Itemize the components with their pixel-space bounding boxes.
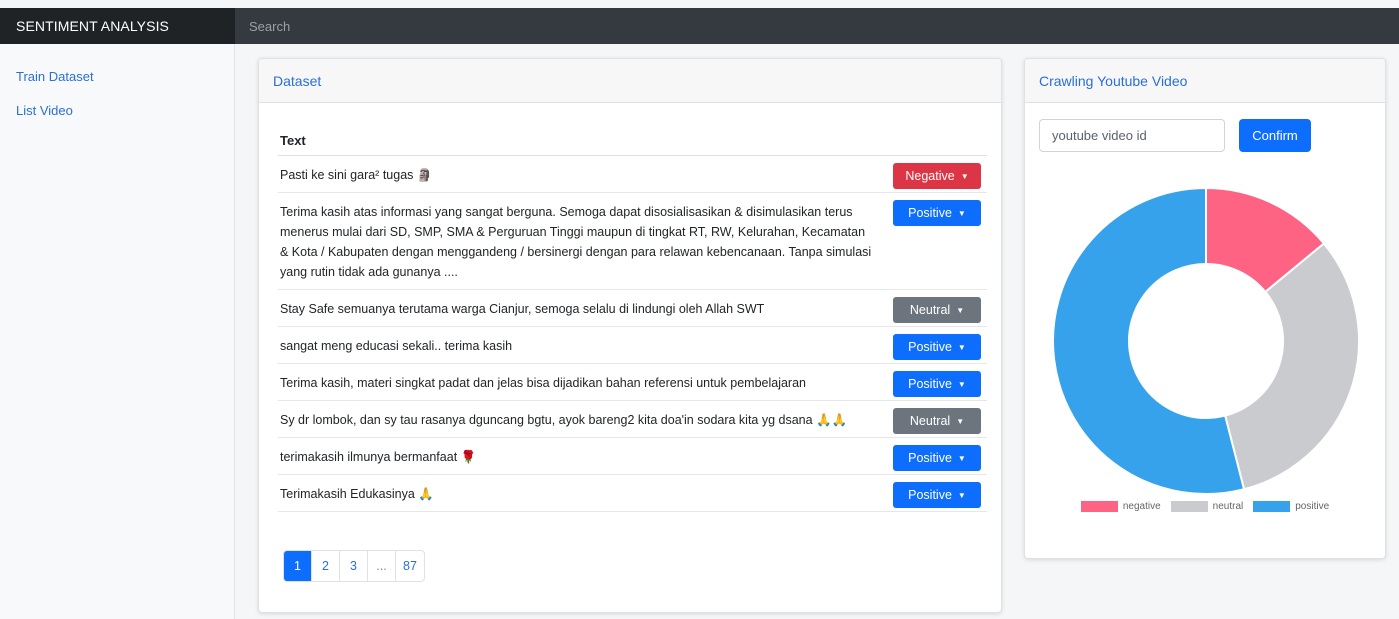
caret-down-icon: ▼ bbox=[957, 342, 966, 352]
caret-down-icon: ▼ bbox=[957, 490, 966, 500]
sentiment-donut-chart bbox=[1052, 186, 1360, 495]
page-button[interactable]: 3 bbox=[340, 551, 368, 581]
crawl-form: Confirm bbox=[1025, 103, 1385, 152]
chart-legend: negative neutral positive bbox=[1025, 501, 1385, 512]
sentiment-label: Positive bbox=[908, 451, 952, 465]
sentiment-cell: Negative ▼ bbox=[887, 155, 987, 193]
sentiment-cell: Neutral ▼ bbox=[887, 400, 987, 438]
page-button[interactable]: 87 bbox=[396, 551, 424, 581]
comment-text: terimakasih ilmunya bermanfaat 🌹 bbox=[278, 437, 887, 475]
table-header-row: Text bbox=[278, 125, 987, 156]
dataset-table: Text Pasti ke sini gara² tugas 🗿 Negative… bbox=[278, 125, 987, 512]
crawl-card-title: Crawling Youtube Video bbox=[1025, 59, 1385, 103]
table-row: terimakasih ilmunya bermanfaat 🌹 Positive… bbox=[278, 437, 987, 475]
sentiment-dropdown-button[interactable]: Positive ▼ bbox=[893, 200, 981, 226]
caret-down-icon: ▼ bbox=[960, 171, 969, 181]
crawl-card: Crawling Youtube Video Confirm negativen… bbox=[1024, 58, 1386, 559]
legend-label: positive bbox=[1295, 501, 1330, 512]
sentiment-dropdown-button[interactable]: Positive ▼ bbox=[893, 445, 981, 471]
confirm-button[interactable]: Confirm bbox=[1239, 119, 1311, 152]
top-navbar: SENTIMENT ANALYSIS bbox=[0, 8, 1399, 44]
sentiment-dropdown-button[interactable]: Positive ▼ bbox=[893, 334, 981, 360]
comment-text: Pasti ke sini gara² tugas 🗿 bbox=[278, 155, 887, 193]
sentiment-cell: Neutral ▼ bbox=[887, 289, 987, 327]
page-button-active[interactable]: 1 bbox=[284, 551, 312, 581]
page-button[interactable]: 2 bbox=[312, 551, 340, 581]
caret-down-icon: ▼ bbox=[957, 379, 966, 389]
caret-down-icon: ▼ bbox=[957, 208, 966, 218]
sidebar-item-list-video[interactable]: List Video bbox=[0, 100, 234, 134]
legend-swatch bbox=[1170, 501, 1208, 512]
sentiment-dropdown-button[interactable]: Positive ▼ bbox=[893, 482, 981, 508]
sidebar-item-train-dataset[interactable]: Train Dataset bbox=[0, 66, 234, 100]
sentiment-dropdown-button[interactable]: Negative ▼ bbox=[893, 163, 981, 189]
legend-swatch bbox=[1253, 501, 1291, 512]
sentiment-cell: Positive ▼ bbox=[887, 192, 987, 290]
table-row: Terima kasih, materi singkat padat dan j… bbox=[278, 363, 987, 401]
sentiment-dropdown-button[interactable]: Positive ▼ bbox=[893, 371, 981, 397]
caret-down-icon: ▼ bbox=[956, 416, 965, 426]
table-row: Sy dr lombok, dan sy tau rasanya dguncan… bbox=[278, 400, 987, 438]
sidebar: Train Dataset List Video bbox=[0, 44, 235, 619]
legend-label: neutral bbox=[1212, 501, 1244, 512]
sentiment-label: Positive bbox=[908, 206, 952, 220]
legend-label: negative bbox=[1122, 501, 1161, 512]
table-row: sangat meng educasi sekali.. terima kasi… bbox=[278, 326, 987, 364]
sentiment-cell: Positive ▼ bbox=[887, 326, 987, 364]
sentiment-label: Positive bbox=[908, 377, 952, 391]
legend-item-neutral[interactable]: neutral bbox=[1170, 501, 1244, 512]
comment-text: Terimakasih Edukasinya 🙏 bbox=[278, 474, 887, 512]
sentiment-dropdown-button[interactable]: Neutral ▼ bbox=[893, 297, 981, 323]
comment-text: Terima kasih atas informasi yang sangat … bbox=[278, 192, 887, 290]
search-input[interactable] bbox=[235, 8, 1399, 44]
sentiment-label: Neutral bbox=[909, 414, 951, 428]
sentiment-label: Positive bbox=[908, 488, 952, 502]
sentiment-cell: Positive ▼ bbox=[887, 474, 987, 512]
table-row: Terimakasih Edukasinya 🙏 Positive ▼ bbox=[278, 474, 987, 512]
pagination: 1 2 3... 87 bbox=[283, 550, 425, 582]
donut-slice-neutral[interactable] bbox=[1223, 242, 1360, 491]
comment-text: sangat meng educasi sekali.. terima kasi… bbox=[278, 326, 887, 364]
sentiment-cell: Positive ▼ bbox=[887, 363, 987, 401]
table-row: Pasti ke sini gara² tugas 🗿 Negative ▼ bbox=[278, 155, 987, 193]
sentiment-label: Positive bbox=[908, 340, 952, 354]
comment-text: Sy dr lombok, dan sy tau rasanya dguncan… bbox=[278, 400, 887, 438]
app-brand[interactable]: SENTIMENT ANALYSIS bbox=[0, 8, 235, 44]
sentiment-dropdown-button[interactable]: Neutral ▼ bbox=[893, 408, 981, 434]
page-button: ... bbox=[368, 551, 396, 581]
legend-item-negative[interactable]: negative bbox=[1080, 501, 1161, 512]
sentiment-label: Negative bbox=[905, 169, 955, 183]
column-header-action bbox=[887, 125, 987, 156]
dataset-card: Dataset Text Pasti ke sini gara² tugas 🗿… bbox=[258, 58, 1002, 613]
sentiment-label: Neutral bbox=[909, 303, 951, 317]
sentiment-cell: Positive ▼ bbox=[887, 437, 987, 475]
legend-swatch bbox=[1080, 501, 1118, 512]
caret-down-icon: ▼ bbox=[956, 305, 965, 315]
table-row: Terima kasih atas informasi yang sangat … bbox=[278, 192, 987, 290]
video-id-input[interactable] bbox=[1039, 119, 1225, 152]
column-header-text: Text bbox=[278, 125, 887, 156]
caret-down-icon: ▼ bbox=[957, 453, 966, 463]
comment-text: Terima kasih, materi singkat padat dan j… bbox=[278, 363, 887, 401]
legend-item-positive[interactable]: positive bbox=[1253, 501, 1329, 512]
dataset-card-title: Dataset bbox=[259, 59, 1001, 103]
table-row: Stay Safe semuanya terutama warga Cianju… bbox=[278, 289, 987, 327]
comment-text: Stay Safe semuanya terutama warga Cianju… bbox=[278, 289, 887, 327]
